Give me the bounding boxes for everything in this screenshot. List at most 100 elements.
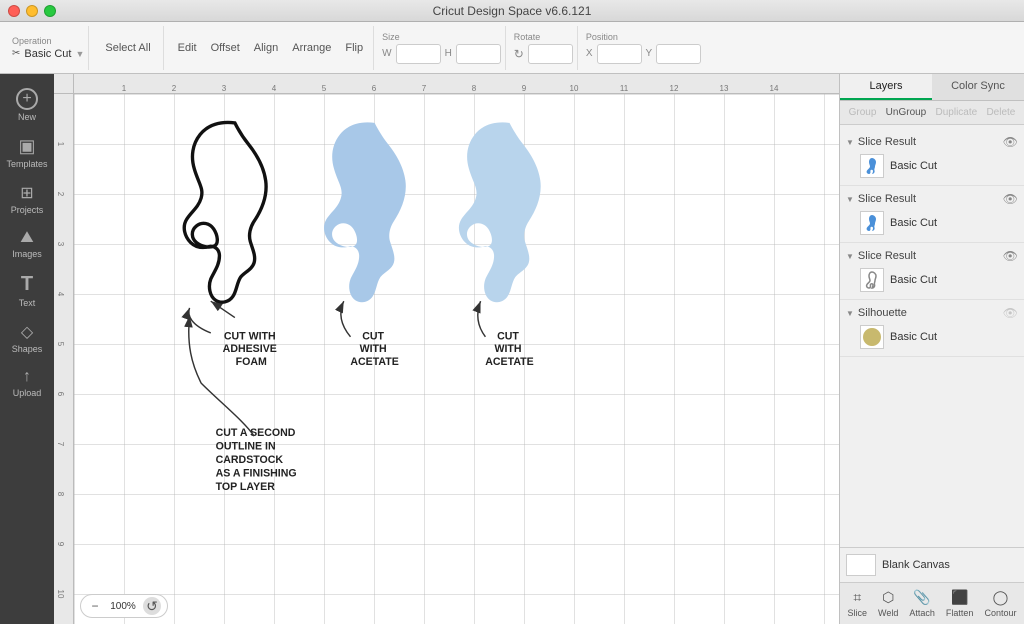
rotate-input[interactable]: [528, 44, 573, 64]
chevron-icon-2: ▼: [846, 195, 854, 204]
align-button[interactable]: Align: [250, 40, 282, 56]
weld-button[interactable]: ⬡ Weld: [874, 587, 902, 620]
flip-button[interactable]: Flip: [341, 40, 367, 56]
ruler-tick-v-4: 4: [56, 292, 65, 296]
layer-header-3[interactable]: ▼ Slice Result 👁: [840, 247, 1024, 265]
contour-button[interactable]: ◯ Contour: [980, 587, 1020, 620]
position-section: Position X Y: [582, 26, 705, 70]
operation-icon: ✂: [12, 48, 20, 59]
position-label: Position: [586, 32, 618, 42]
layer-thumb-1: [860, 154, 884, 178]
layer-group-3: ▼ Slice Result 👁 Basic Cut: [840, 243, 1024, 300]
layer-2-name: Basic Cut: [890, 217, 937, 229]
right-panel: Layers Color Sync Group UnGroup Duplicat…: [839, 74, 1024, 624]
position-y-input[interactable]: [656, 44, 701, 64]
zoom-level: 100%: [107, 601, 139, 612]
canvas-area[interactable]: 1 2 3 4 5 6 7 8 9 10 11 12 13 14 1 2 3 4: [54, 74, 839, 624]
layer-item-3: Basic Cut: [840, 265, 1024, 295]
annotation-adhesive-foam: CUT WITH ADHESIVE FOAM: [223, 331, 280, 368]
upload-icon: ↑: [23, 368, 31, 386]
ruler-tick-4: 4: [272, 84, 276, 93]
window-buttons: [8, 5, 56, 17]
blank-canvas-label: Blank Canvas: [882, 559, 950, 571]
tab-layers[interactable]: Layers: [840, 74, 932, 100]
arrange-button[interactable]: Arrange: [288, 40, 335, 56]
ruler-tick-2: 2: [172, 84, 176, 93]
offset-button[interactable]: Offset: [207, 40, 244, 56]
ruler-tick-v-5: 5: [56, 342, 65, 346]
sidebar-new-label: New: [18, 112, 36, 122]
chevron-icon-3: ▼: [846, 252, 854, 261]
silhouette-outline: [184, 122, 266, 302]
eye-icon-1[interactable]: 👁: [1003, 135, 1018, 149]
layer-header-2[interactable]: ▼ Slice Result 👁: [840, 190, 1024, 208]
arrow-line-1: [189, 308, 211, 333]
eye-icon-3[interactable]: 👁: [1003, 249, 1018, 263]
layer-header-1[interactable]: ▼ Slice Result 👁: [840, 133, 1024, 151]
attach-button[interactable]: 📎 Attach: [905, 587, 939, 620]
sidebar-item-shapes[interactable]: ◇ Shapes: [3, 316, 51, 360]
ruler-tick-v-10: 10: [56, 590, 65, 599]
arrow-line-3: [478, 301, 486, 337]
contour-label: Contour: [984, 608, 1016, 618]
edit-button[interactable]: Edit: [174, 40, 201, 56]
tab-color-sync[interactable]: Color Sync: [932, 74, 1024, 100]
position-value: X Y: [586, 44, 701, 64]
ruler-top: 1 2 3 4 5 6 7 8 9 10 11 12 13 14: [74, 74, 839, 94]
sidebar-item-new[interactable]: + New: [3, 82, 51, 128]
size-w-input[interactable]: [396, 44, 441, 64]
new-icon: +: [16, 88, 38, 110]
zoom-in-button[interactable]: ↺: [143, 597, 161, 615]
bottom-toolbar: ⌗ Slice ⬡ Weld 📎 Attach ⬛ Flatten ◯ Cont…: [840, 582, 1024, 624]
position-x-input[interactable]: [597, 44, 642, 64]
group-button[interactable]: Group: [845, 105, 881, 120]
sidebar-item-projects[interactable]: ⊞ Projects: [3, 177, 51, 221]
position-y-label: Y: [646, 48, 653, 59]
layer-item-2: Basic Cut: [840, 208, 1024, 238]
chevron-down-icon[interactable]: ▼: [75, 49, 84, 59]
ruler-tick-9: 9: [522, 84, 526, 93]
ruler-tick-6: 6: [372, 84, 376, 93]
flatten-button[interactable]: ⬛ Flatten: [942, 587, 978, 620]
sidebar-item-text[interactable]: T Text: [3, 267, 51, 314]
titlebar: Cricut Design Space v6.6.121: [0, 0, 1024, 22]
size-h-input[interactable]: [456, 44, 501, 64]
slice-label: Slice: [848, 608, 868, 618]
size-h-label: H: [445, 48, 452, 59]
panel-actions: Group UnGroup Duplicate Delete: [840, 101, 1024, 125]
layer-item-1: Basic Cut: [840, 151, 1024, 181]
position-x-label: X: [586, 48, 593, 59]
zoom-out-button[interactable]: −: [87, 598, 103, 614]
chevron-icon-4: ▼: [846, 309, 854, 318]
ruler-tick-v-6: 6: [56, 392, 65, 396]
layer-header-4[interactable]: ▼ Silhouette 👁: [840, 304, 1024, 322]
select-all-button[interactable]: Select All: [101, 40, 154, 56]
delete-button[interactable]: Delete: [982, 105, 1019, 120]
layer-thumb-4: [860, 325, 884, 349]
weld-icon: ⬡: [882, 589, 894, 606]
eye-icon-4[interactable]: 👁: [1003, 306, 1018, 320]
canvas-grid[interactable]: CUT WITH ADHESIVE FOAM CUT WITH ACETATE …: [74, 94, 839, 624]
duplicate-button[interactable]: Duplicate: [932, 105, 982, 120]
sidebar-item-templates[interactable]: ▣ Templates: [3, 130, 51, 175]
slice-result-1-title: Slice Result: [858, 136, 1003, 148]
ruler-tick-13: 13: [720, 84, 729, 93]
ruler-tick-v-8: 8: [56, 492, 65, 496]
slice-button[interactable]: ⌗ Slice: [844, 587, 872, 620]
maximize-button[interactable]: [44, 5, 56, 17]
operation-text: Basic Cut: [24, 48, 71, 60]
rotate-section: Rotate ↻: [510, 26, 578, 70]
minimize-button[interactable]: [26, 5, 38, 17]
projects-icon: ⊞: [20, 183, 33, 203]
sidebar-item-images[interactable]: ⛰ Images: [3, 223, 51, 265]
rotate-value: ↻: [514, 44, 573, 64]
silhouette-blue-middle: [324, 122, 406, 302]
eye-icon-2[interactable]: 👁: [1003, 192, 1018, 206]
layers-list: ▼ Slice Result 👁 Basic Cut ▼: [840, 125, 1024, 547]
close-button[interactable]: [8, 5, 20, 17]
sidebar-shapes-label: Shapes: [12, 344, 43, 354]
blank-canvas-thumbnail: [846, 554, 876, 576]
ungroup-button[interactable]: UnGroup: [882, 105, 931, 120]
ruler-tick-v-3: 3: [56, 242, 65, 246]
sidebar-item-upload[interactable]: ↑ Upload: [3, 362, 51, 404]
